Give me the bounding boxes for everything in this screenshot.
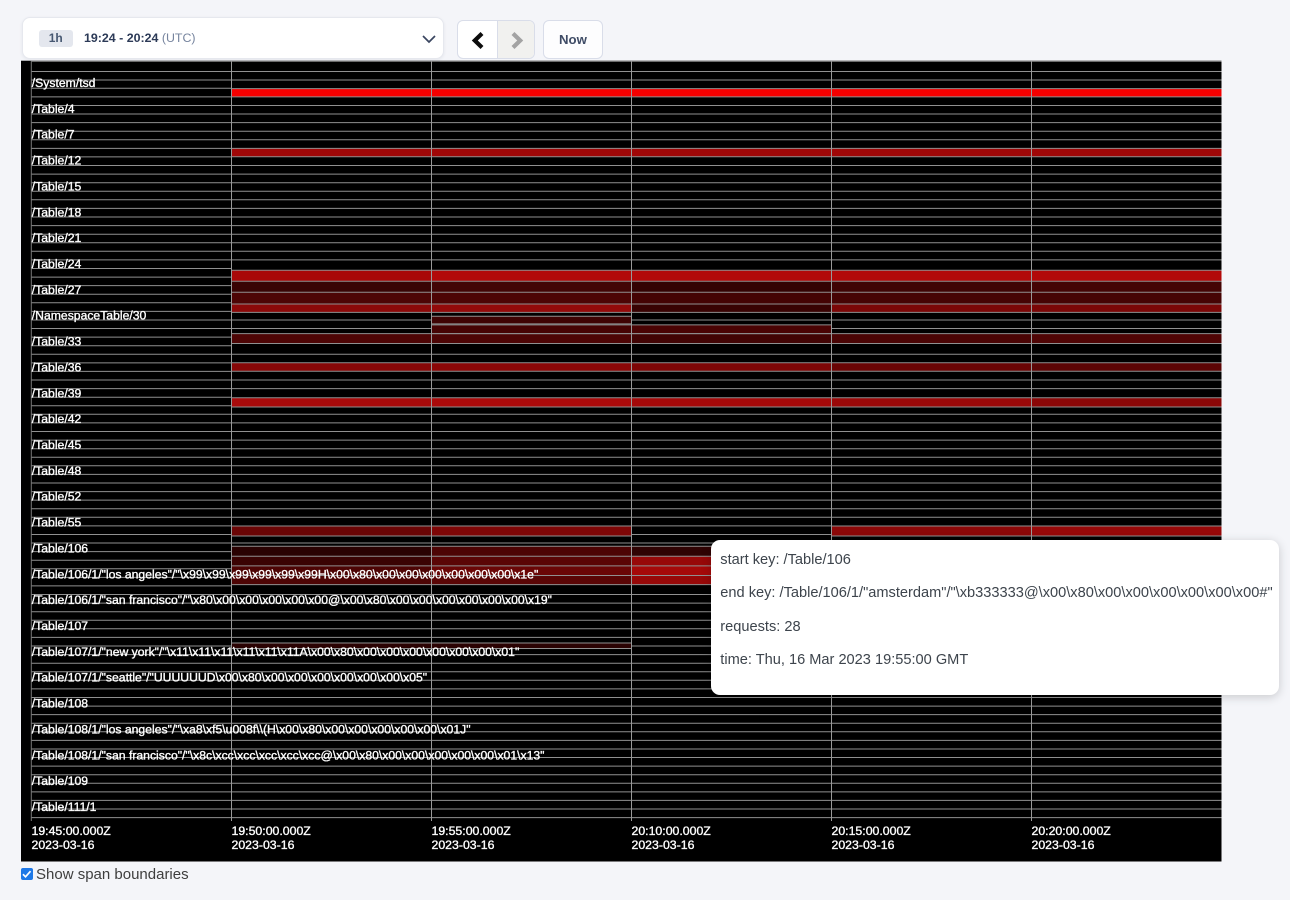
svg-text:/Table/12: /Table/12 — [32, 154, 82, 168]
svg-text:/Table/106: /Table/106 — [32, 541, 88, 555]
svg-text:/Table/7: /Table/7 — [32, 128, 75, 142]
svg-text:/Table/107/1/"seattle"/"UUUUUU: /Table/107/1/"seattle"/"UUUUUUD\x00\x80\… — [32, 671, 427, 685]
svg-text:/Table/109: /Table/109 — [32, 774, 88, 788]
svg-text:/Table/108/1/"los angeles"/"\x: /Table/108/1/"los angeles"/"\xa8\xf5\u00… — [32, 722, 471, 736]
svg-text:/Table/39: /Table/39 — [32, 386, 82, 400]
svg-text:/Table/107: /Table/107 — [32, 619, 88, 633]
svg-text:2023-03-16: 2023-03-16 — [1032, 838, 1095, 852]
svg-text:/Table/36: /Table/36 — [32, 360, 82, 374]
svg-text:2023-03-16: 2023-03-16 — [432, 838, 495, 852]
svg-text:/NamespaceTable/30: /NamespaceTable/30 — [32, 309, 147, 323]
svg-text:20:20:00.000Z: 20:20:00.000Z — [1032, 824, 1112, 838]
svg-text:20:10:00.000Z: 20:10:00.000Z — [632, 824, 712, 838]
svg-text:2023-03-16: 2023-03-16 — [632, 838, 695, 852]
svg-text:19:50:00.000Z: 19:50:00.000Z — [232, 824, 312, 838]
svg-text:/Table/21: /Table/21 — [32, 231, 82, 245]
svg-text:/Table/111/1: /Table/111/1 — [32, 800, 97, 814]
svg-text:2023-03-16: 2023-03-16 — [232, 838, 295, 852]
svg-text:/Table/18: /Table/18 — [32, 205, 82, 219]
svg-text:20:15:00.000Z: 20:15:00.000Z — [832, 824, 912, 838]
svg-text:/Table/24: /Table/24 — [32, 257, 82, 271]
svg-text:/Table/42: /Table/42 — [32, 412, 82, 426]
svg-text:/Table/4: /Table/4 — [32, 102, 75, 116]
svg-text:2023-03-16: 2023-03-16 — [32, 838, 95, 852]
svg-text:19:45:00.000Z: 19:45:00.000Z — [32, 824, 112, 838]
svg-text:/Table/45: /Table/45 — [32, 438, 82, 452]
svg-text:/Table/106/1/"los angeles"/"\x: /Table/106/1/"los angeles"/"\x99\x99\x99… — [32, 567, 538, 581]
svg-text:/Table/106/1/"san francisco"/": /Table/106/1/"san francisco"/"\x80\x00\x… — [32, 593, 552, 607]
svg-text:2023-03-16: 2023-03-16 — [832, 838, 895, 852]
svg-text:/Table/48: /Table/48 — [32, 464, 82, 478]
svg-text:/Table/27: /Table/27 — [32, 283, 82, 297]
svg-text:/System/tsd: /System/tsd — [32, 76, 96, 90]
svg-text:/Table/108/1/"san francisco"/": /Table/108/1/"san francisco"/"\x8c\xcc\x… — [32, 748, 545, 762]
svg-text:/Table/15: /Table/15 — [32, 179, 82, 193]
svg-text:19:55:00.000Z: 19:55:00.000Z — [432, 824, 512, 838]
svg-text:/Table/33: /Table/33 — [32, 335, 82, 349]
svg-text:/Table/108: /Table/108 — [32, 697, 88, 711]
svg-text:/Table/107/1/"new york"/"\x11\: /Table/107/1/"new york"/"\x11\x11\x11\x1… — [32, 645, 520, 659]
svg-text:/Table/55: /Table/55 — [32, 516, 82, 530]
svg-text:/Table/52: /Table/52 — [32, 490, 82, 504]
